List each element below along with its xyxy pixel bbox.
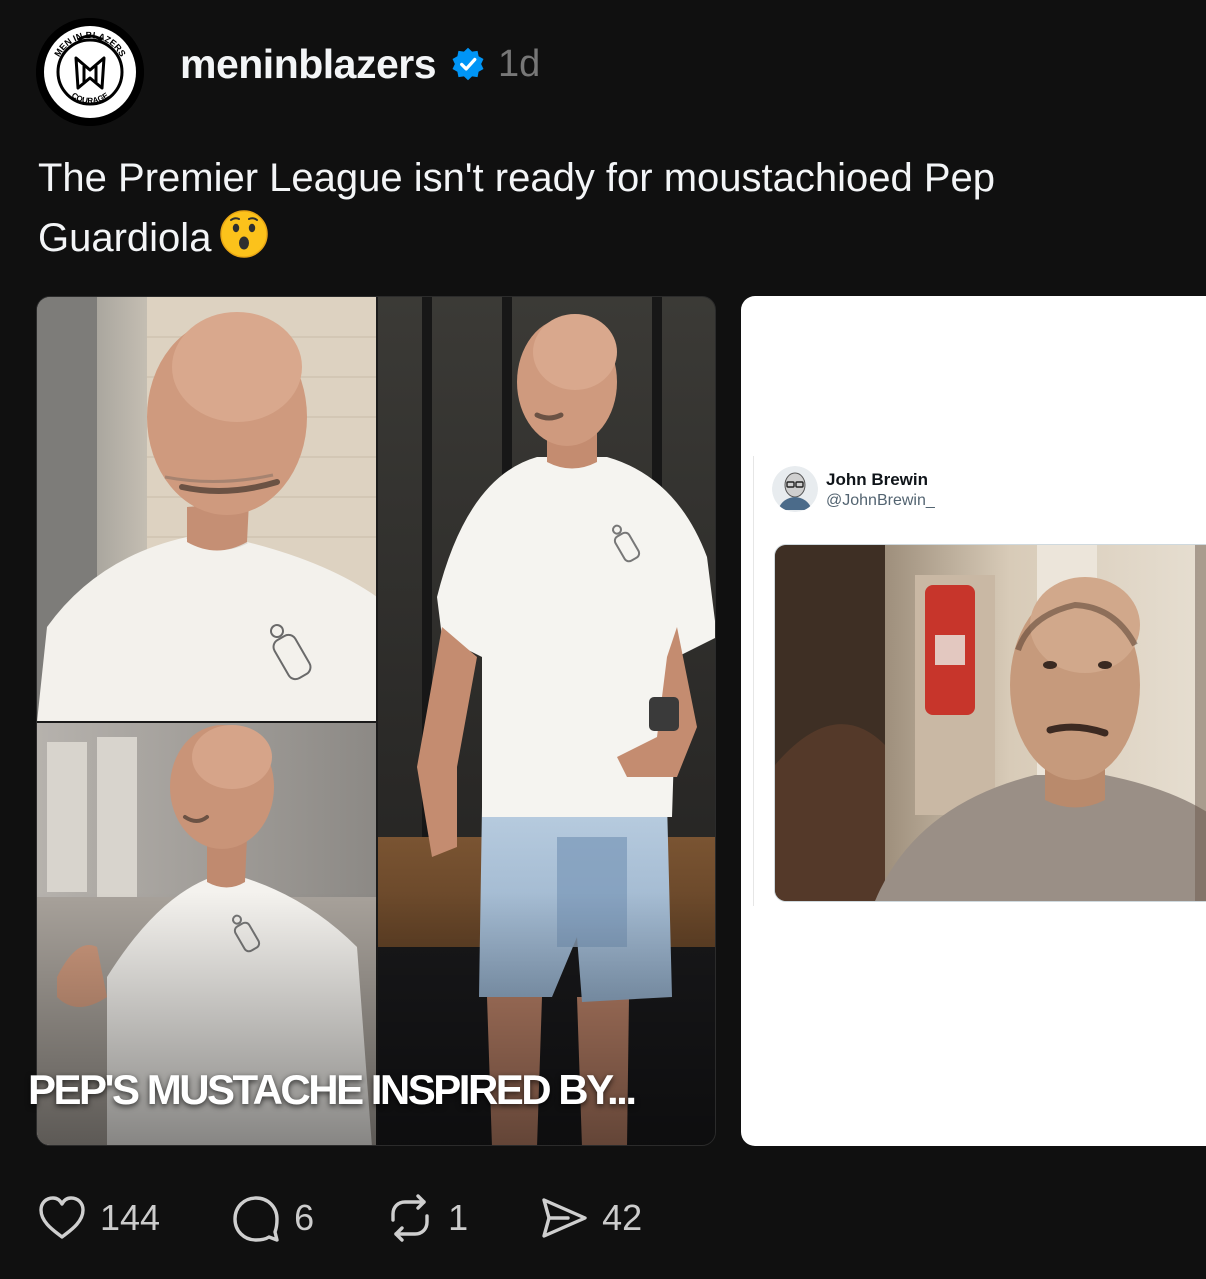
tweet-embedded-image [774,544,1206,902]
men-in-blazers-logo-icon: MEN IN BLAZERS COURAGE [36,18,144,126]
repost-button[interactable]: 1 [384,1190,468,1246]
media-photo-collage[interactable] [36,296,716,1146]
collage-image [37,297,715,1145]
heart-icon [39,1196,85,1239]
comment-button[interactable]: 6 [230,1190,314,1246]
post-header: meninblazers 1d [180,36,540,92]
media-overlay-text: PEP'S MUSTACHE INSPIRED BY... [28,1066,637,1113]
send-icon [542,1198,587,1238]
caption-text: The Premier League isn't ready for moust… [38,156,996,260]
like-count: 144 [100,1197,161,1238]
comment-icon [233,1196,279,1242]
threads-post: MEN IN BLAZERS COURAGE meninblazers 1d T… [0,0,1206,1279]
share-button[interactable]: 42 [538,1190,642,1246]
post-caption: The Premier League isn't ready for moust… [38,148,1178,268]
tweet-author-handle: @JohnBrewin_ [826,492,935,509]
hushed-face-emoji-icon [220,210,269,258]
post-actions: 144 6 1 42 [36,1190,712,1246]
like-button[interactable]: 144 [36,1190,160,1246]
share-count: 42 [602,1197,643,1238]
tweet-author-name: John Brewin [826,470,929,489]
tweet-card: John Brewin @JohnBrewin_ [753,456,1206,906]
post-timestamp: 1d [498,42,541,85]
repost-count: 1 [448,1197,469,1238]
username[interactable]: meninblazers [180,41,437,88]
comment-count: 6 [294,1197,315,1238]
person-avatar-icon [772,466,818,512]
media-tweet-screenshot[interactable]: John Brewin @JohnBrewin_ [741,296,1206,1146]
profile-avatar[interactable]: MEN IN BLAZERS COURAGE [36,18,144,126]
verified-badge-icon [452,47,484,81]
repost-icon [391,1194,429,1242]
movie-still-image [775,545,1206,901]
tweet-author-avatar [772,466,818,512]
